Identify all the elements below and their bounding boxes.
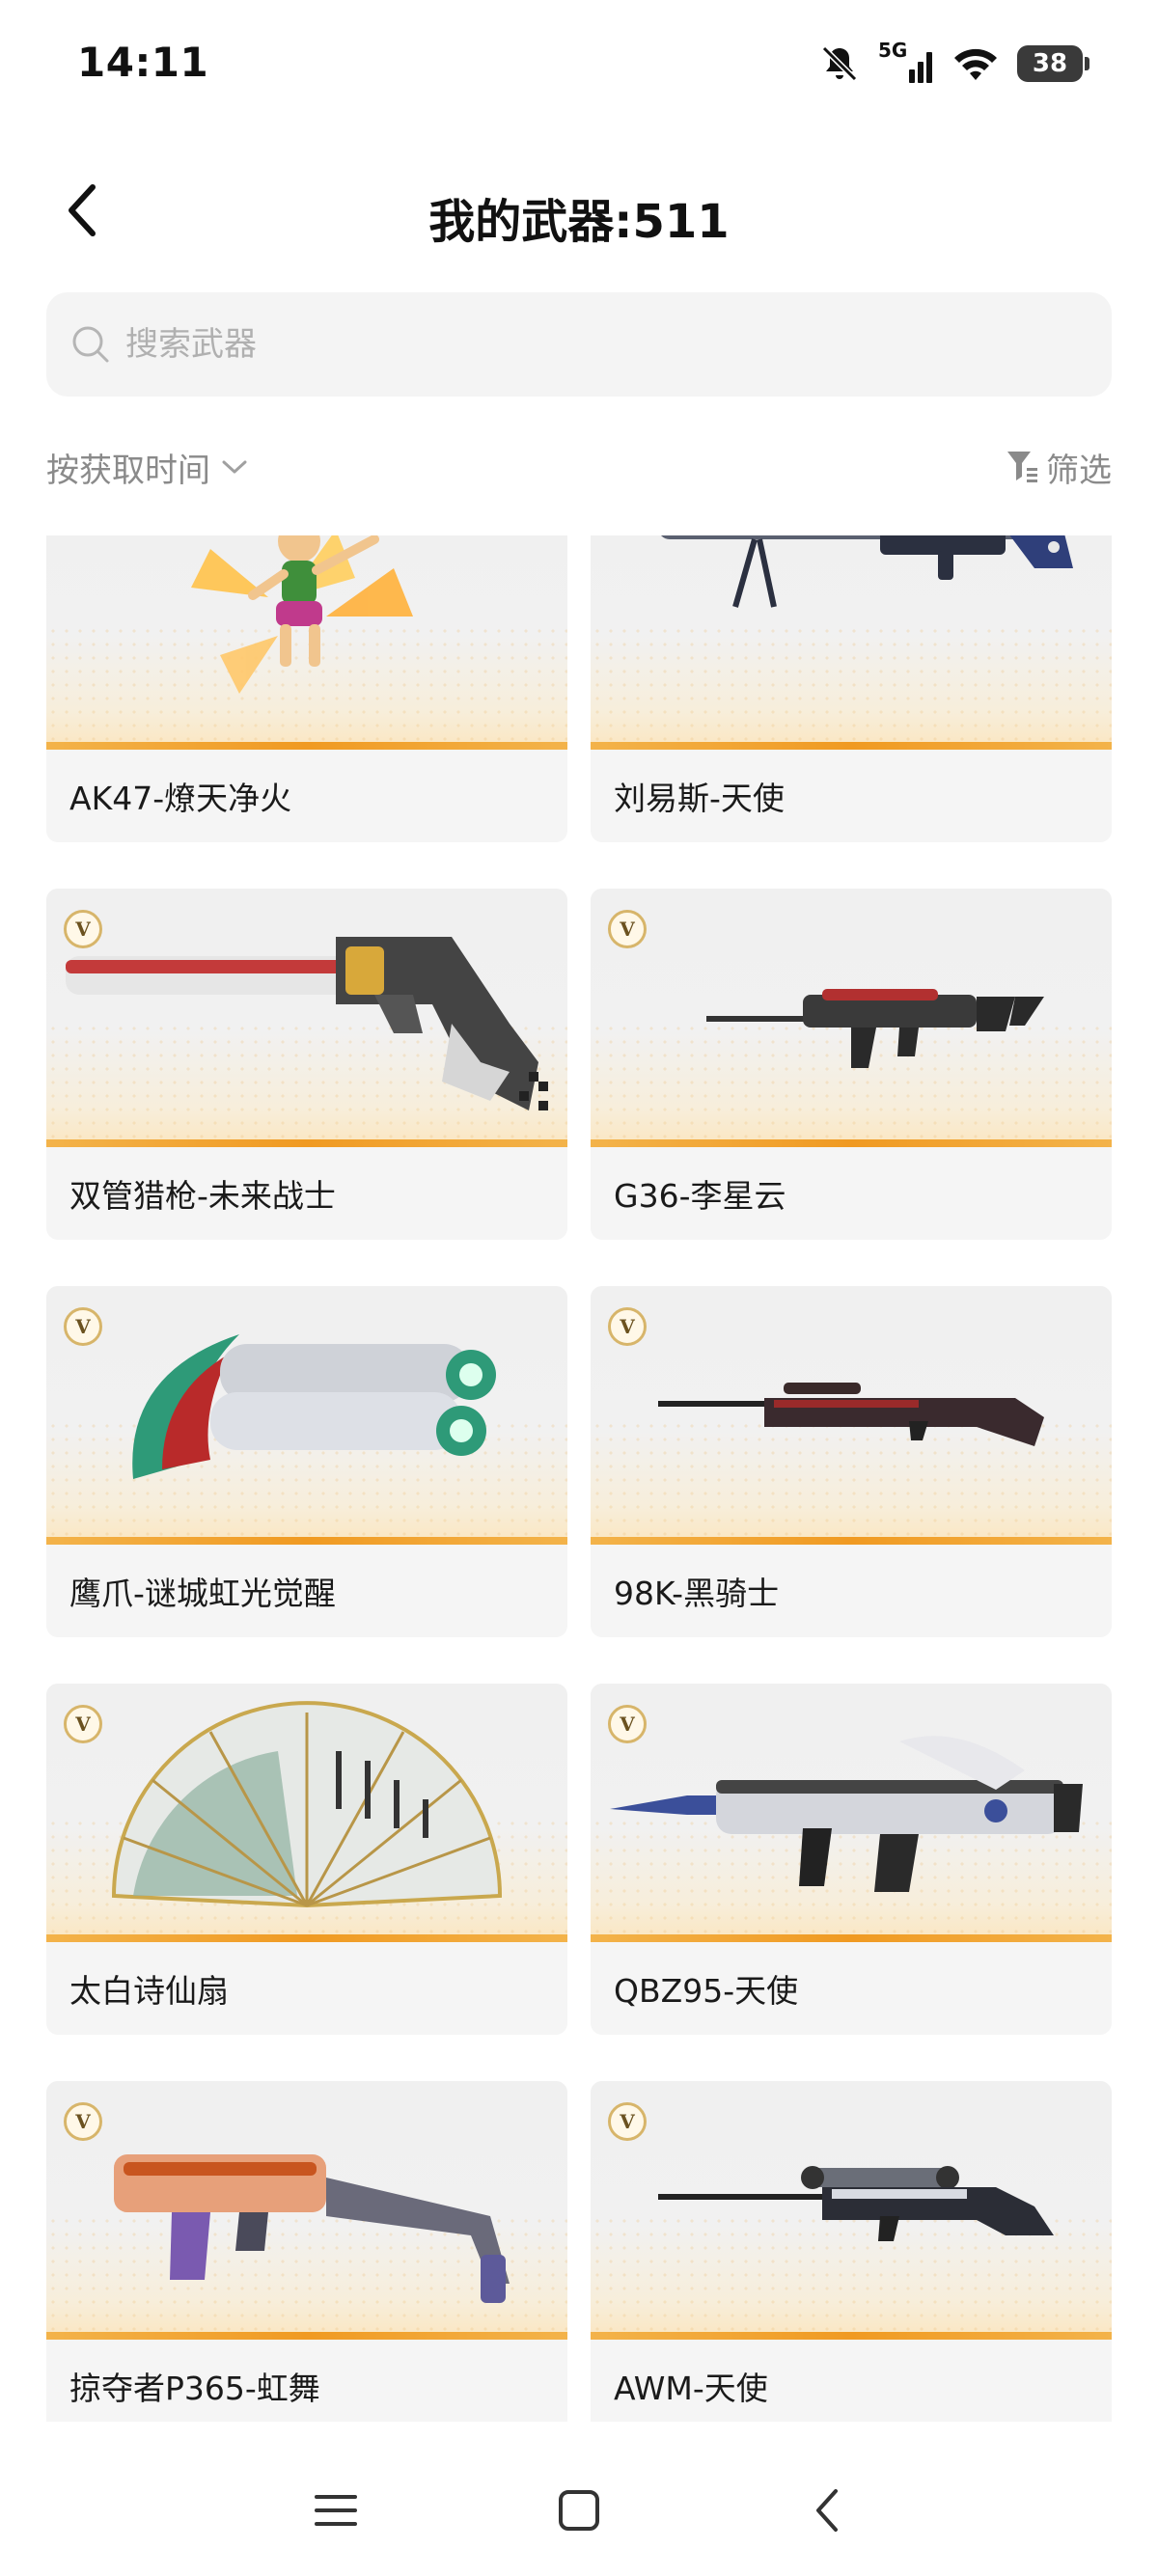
weapon-name: 太白诗仙扇 (69, 1972, 229, 2010)
folding-fan-icon (111, 1701, 503, 1908)
weapon-image (591, 1684, 1112, 1942)
weapon-image (591, 1286, 1112, 1545)
nav-back-button[interactable] (789, 2472, 867, 2549)
page-title: 我的武器:511 (428, 195, 730, 249)
weapon-image (46, 2081, 567, 2340)
weapon-card[interactable]: V QBZ95-天使 (591, 1684, 1112, 2035)
filter-funnel-icon (1007, 452, 1037, 482)
menu-button[interactable] (297, 2472, 374, 2549)
weapon-image (591, 535, 1112, 750)
weapon-image (591, 889, 1112, 1147)
weapon-image (46, 889, 567, 1147)
weapon-card[interactable]: V G36-李星云 (591, 889, 1112, 1240)
status-bar: 14:11 5G 38 (0, 0, 1158, 135)
weapon-card[interactable]: 刘易斯-天使 (591, 535, 1112, 842)
weapon-card[interactable]: V 太白诗仙扇 (46, 1684, 567, 2035)
wifi-icon (954, 48, 997, 80)
weapon-card[interactable]: AK47-燎天净火 (46, 535, 567, 842)
status-time: 14:11 (77, 39, 209, 86)
filter-label: 筛选 (1046, 451, 1112, 490)
weapon-image (46, 1286, 567, 1545)
weapon-grid[interactable]: AK47-燎天净火 刘易斯-天使 V 双管猎枪-未来战士 V G36-李星云 V… (46, 535, 1112, 2422)
weapon-name: G36-李星云 (614, 1177, 786, 1215)
weapon-image (46, 1684, 567, 1942)
karambit-knife-icon (132, 1334, 496, 1479)
weapon-card[interactable]: V AWM-天使 (591, 2081, 1112, 2422)
bell-off-icon (821, 45, 858, 82)
weapon-name: 掠夺者P365-虹舞 (69, 2370, 320, 2407)
v-badge: V (64, 2102, 102, 2141)
home-button[interactable] (540, 2472, 618, 2549)
home-square-icon (559, 2490, 599, 2531)
v-badge: V (608, 1705, 647, 1743)
v-badge: V (64, 1307, 102, 1346)
bullpup-rifle-icon (610, 1736, 1083, 1892)
machine-gun-icon (661, 535, 1073, 608)
menu-icon (315, 2495, 357, 2526)
weapon-card[interactable]: V 掠夺者P365-虹舞 (46, 2081, 567, 2422)
assault-rifle-icon (706, 989, 1044, 1068)
v-badge: V (64, 910, 102, 948)
filter-button[interactable]: 筛选 (1006, 440, 1112, 494)
cellular-signal-icon: 5G (878, 39, 934, 85)
weapon-grid-inner: AK47-燎天净火 刘易斯-天使 V 双管猎枪-未来战士 V G36-李星云 V… (46, 535, 1112, 2422)
system-nav-bar (0, 2451, 1158, 2576)
weapon-name: 双管猎枪-未来战士 (69, 1177, 336, 1215)
sort-label: 按获取时间 (46, 451, 210, 490)
weapon-card[interactable]: V 98K-黑骑士 (591, 1286, 1112, 1637)
sort-dropdown[interactable]: 按获取时间 (46, 440, 249, 494)
weapon-name: QBZ95-天使 (614, 1972, 799, 2010)
search-input[interactable] (125, 325, 994, 364)
double-barrel-shotgun-icon (66, 937, 548, 1110)
v-badge: V (608, 2102, 647, 2141)
weapon-name: 刘易斯-天使 (614, 780, 785, 817)
weapon-name: 鹰爪-谜城虹光觉醒 (69, 1575, 336, 1612)
weapon-name: AWM-天使 (614, 2370, 768, 2407)
v-badge: V (608, 1307, 647, 1346)
v-badge: V (608, 910, 647, 948)
sniper-rifle-icon (658, 1383, 1044, 1446)
submachine-gun-icon (114, 2154, 510, 2303)
search-bar[interactable] (46, 292, 1112, 397)
sniper-rifle-icon (658, 2166, 1054, 2241)
search-icon (72, 326, 109, 363)
weapon-name: 98K-黑骑士 (614, 1575, 780, 1612)
v-badge: V (64, 1705, 102, 1743)
character-figure-icon (191, 535, 413, 694)
weapon-image (591, 2081, 1112, 2340)
battery-indicator: 38 (1017, 45, 1089, 82)
weapon-name: AK47-燎天净火 (69, 780, 292, 817)
weapon-card[interactable]: V 鹰爪-谜城虹光觉醒 (46, 1286, 567, 1637)
chevron-down-icon (222, 460, 247, 474)
back-arrow-icon (816, 2489, 838, 2532)
weapon-image (46, 535, 567, 750)
status-icons: 5G 38 (818, 39, 1089, 85)
weapon-card[interactable]: V 双管猎枪-未来战士 (46, 889, 567, 1240)
